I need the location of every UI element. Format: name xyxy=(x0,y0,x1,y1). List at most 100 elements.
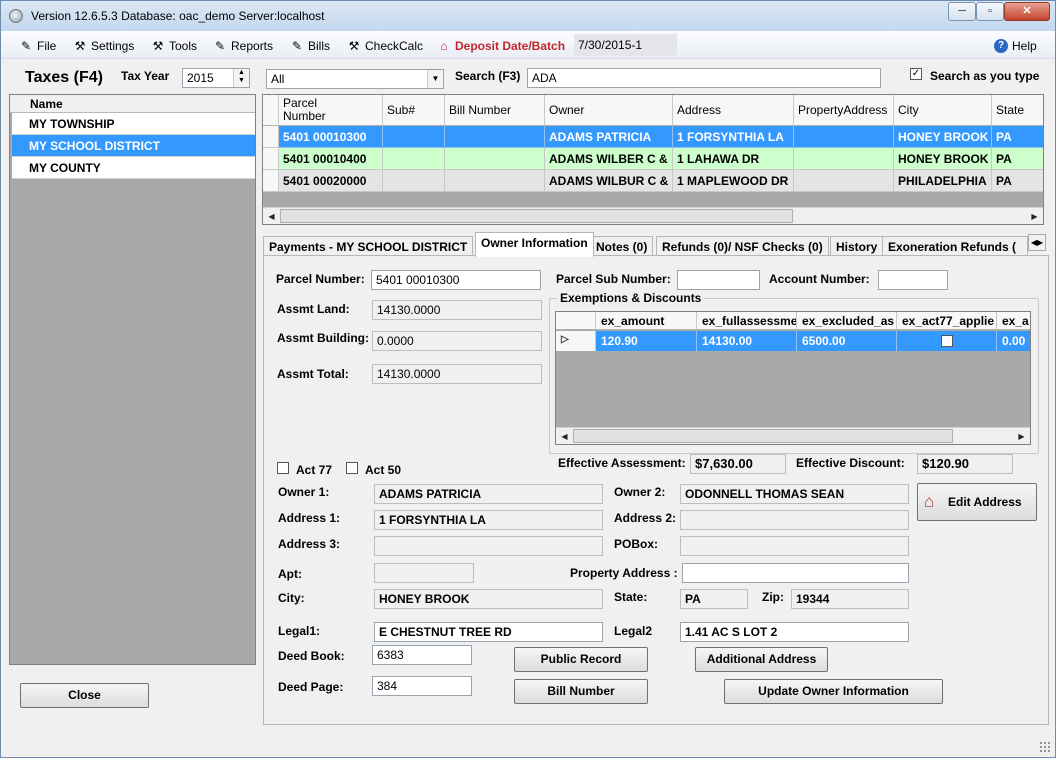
ex-scroll-right-icon[interactable]: ▶ xyxy=(1013,428,1030,444)
col-owner[interactable]: Owner xyxy=(545,95,673,126)
row-header[interactable] xyxy=(263,170,279,192)
cell-state[interactable]: PA xyxy=(992,170,1043,192)
tab-notes[interactable]: Notes (0) xyxy=(590,236,654,256)
property-address-field[interactable] xyxy=(682,563,909,583)
parcel-number-field[interactable]: 5401 00010300 xyxy=(371,270,541,290)
menu-bills[interactable]: ✎ Bills xyxy=(290,37,330,55)
cell-bill-number[interactable] xyxy=(445,148,545,170)
col-property-address[interactable]: PropertyAddress xyxy=(794,95,894,126)
maximize-button[interactable]: ▫ xyxy=(976,2,1004,21)
ex-amount-cell[interactable]: 120.90 xyxy=(596,331,697,351)
col-state[interactable]: State xyxy=(992,95,1043,126)
col-parcel-number[interactable]: Parcel Number xyxy=(279,95,383,126)
deed-page-field[interactable]: 384 xyxy=(372,676,472,696)
row-header[interactable] xyxy=(263,126,279,148)
ex-a-cell[interactable]: 0.00 xyxy=(997,331,1030,351)
tax-year-spinner[interactable]: 2015 ▲ ▼ xyxy=(182,68,250,88)
scroll-left-icon[interactable]: ◀ xyxy=(263,208,280,224)
menu-reports[interactable]: ✎ Reports xyxy=(213,37,273,55)
cell-property-address[interactable] xyxy=(794,148,894,170)
account-number-field[interactable] xyxy=(878,270,948,290)
cell-property-address[interactable] xyxy=(794,170,894,192)
cell-city[interactable]: HONEY BROOK xyxy=(894,126,992,148)
col-ex-excluded[interactable]: ex_excluded_as xyxy=(797,312,897,330)
col-ex-fullassessment[interactable]: ex_fullassessme xyxy=(697,312,797,330)
col-address[interactable]: Address xyxy=(673,95,794,126)
tab-history[interactable]: History xyxy=(830,236,884,256)
ex-grid-horizontal-scrollbar[interactable]: ◀ ▶ xyxy=(556,427,1030,444)
cell-city[interactable]: PHILADELPHIA xyxy=(894,170,992,192)
cell-bill-number[interactable] xyxy=(445,126,545,148)
ex-excluded-cell[interactable]: 6500.00 xyxy=(797,331,897,351)
col-ex-amount[interactable]: ex_amount xyxy=(596,312,697,330)
table-row[interactable]: 5401 00020000 ADAMS WILBUR C & 1 MAPLEWOOD… xyxy=(263,170,1043,192)
cell-bill-number[interactable] xyxy=(445,170,545,192)
cell-address[interactable]: 1 MAPLEWOOD DR xyxy=(673,170,794,192)
public-record-button[interactable]: Public Record xyxy=(514,647,648,672)
cell-parcel-number[interactable]: 5401 00020000 xyxy=(279,170,383,192)
col-bill-number[interactable]: Bill Number xyxy=(445,95,545,126)
grid-horizontal-scrollbar[interactable]: ◀ ▶ xyxy=(263,207,1043,224)
close-window-button[interactable]: ✕ xyxy=(1004,2,1050,21)
cell-address[interactable]: 1 LAHAWA DR xyxy=(673,148,794,170)
bill-number-button[interactable]: Bill Number xyxy=(514,679,648,704)
col-sub[interactable]: Sub# xyxy=(383,95,445,126)
search-input[interactable]: ADA xyxy=(527,68,881,88)
menu-tools[interactable]: ⚒ Tools xyxy=(151,37,197,55)
ex-scroll-thumb[interactable] xyxy=(573,429,953,443)
chevron-down-icon[interactable]: ▼ xyxy=(427,70,443,88)
legal2-field[interactable]: 1.41 AC S LOT 2 xyxy=(680,622,909,642)
ex-scroll-left-icon[interactable]: ◀ xyxy=(556,428,573,444)
cell-owner[interactable]: ADAMS WILBUR C & xyxy=(545,170,673,192)
tab-owner-information[interactable]: Owner Information xyxy=(475,232,594,257)
minimize-button[interactable]: ─ xyxy=(948,2,976,21)
scroll-right-icon[interactable]: ▶ xyxy=(1026,208,1043,224)
ex-act77-checkbox[interactable] xyxy=(941,335,953,347)
table-row[interactable]: 5401 00010300 ADAMS PATRICIA 1 FORSYNTHIA … xyxy=(263,126,1043,148)
update-owner-information-button[interactable]: Update Owner Information xyxy=(724,679,943,704)
menu-settings[interactable]: ⚒ Settings xyxy=(73,37,135,55)
menu-file[interactable]: ✎ File xyxy=(19,37,56,55)
scroll-thumb[interactable] xyxy=(280,209,793,223)
tab-refunds[interactable]: Refunds (0)/ NSF Checks (0) xyxy=(656,236,829,256)
cell-owner[interactable]: ADAMS PATRICIA xyxy=(545,126,673,148)
row-header[interactable] xyxy=(263,148,279,170)
cell-state[interactable]: PA xyxy=(992,126,1043,148)
row-selector-icon[interactable]: ▷ xyxy=(556,331,596,351)
col-ex-act77[interactable]: ex_act77_applie xyxy=(897,312,997,330)
tab-exoneration-refunds[interactable]: Exoneration Refunds ( xyxy=(882,236,1028,256)
cell-owner[interactable]: ADAMS WILBER C & xyxy=(545,148,673,170)
cell-parcel-number[interactable]: 5401 00010400 xyxy=(279,148,383,170)
filter-dropdown[interactable]: All ▼ xyxy=(266,69,444,89)
menu-checkcalc[interactable]: ⚒ CheckCalc xyxy=(347,37,423,55)
tab-payments[interactable]: Payments - MY SCHOOL DISTRICT xyxy=(263,236,474,256)
edit-address-button[interactable]: ⌂ Edit Address xyxy=(917,483,1037,521)
list-item-my-township[interactable]: MY TOWNSHIP xyxy=(12,113,255,135)
act50-checkbox[interactable] xyxy=(346,462,358,474)
parcel-sub-number-field[interactable] xyxy=(677,270,760,290)
cell-parcel-number[interactable]: 5401 00010300 xyxy=(279,126,383,148)
table-row[interactable]: 5401 00010400 ADAMS WILBER C & 1 LAHAWA DR… xyxy=(263,148,1043,170)
legal1-field[interactable]: E CHESTNUT TREE RD xyxy=(374,622,603,642)
menu-deposit[interactable]: ⌂ Deposit Date/Batch xyxy=(437,37,565,55)
tab-scroll-arrows[interactable]: ◀▶ xyxy=(1028,234,1046,251)
list-item-my-school-district[interactable]: MY SCHOOL DISTRICT xyxy=(12,135,255,157)
cell-sub[interactable] xyxy=(383,148,445,170)
cell-sub[interactable] xyxy=(383,170,445,192)
resize-grip-icon[interactable] xyxy=(1039,741,1051,753)
act77-checkbox[interactable] xyxy=(277,462,289,474)
cell-sub[interactable] xyxy=(383,126,445,148)
list-item-my-county[interactable]: MY COUNTY xyxy=(12,157,255,179)
menu-help[interactable]: ? Help xyxy=(994,37,1037,55)
cell-state[interactable]: PA xyxy=(992,148,1043,170)
col-ex-a[interactable]: ex_a xyxy=(997,312,1030,330)
cell-address[interactable]: 1 FORSYNTHIA LA xyxy=(673,126,794,148)
ex-fullassessment-cell[interactable]: 14130.00 xyxy=(697,331,797,351)
cell-property-address[interactable] xyxy=(794,126,894,148)
col-city[interactable]: City xyxy=(894,95,992,126)
additional-address-button[interactable]: Additional Address xyxy=(695,647,828,672)
cell-city[interactable]: HONEY BROOK xyxy=(894,148,992,170)
ex-act77-cell[interactable] xyxy=(897,331,997,351)
search-as-you-type-checkbox[interactable]: ✓ xyxy=(910,68,922,80)
spinner-arrows-icon[interactable]: ▲ ▼ xyxy=(233,69,249,87)
